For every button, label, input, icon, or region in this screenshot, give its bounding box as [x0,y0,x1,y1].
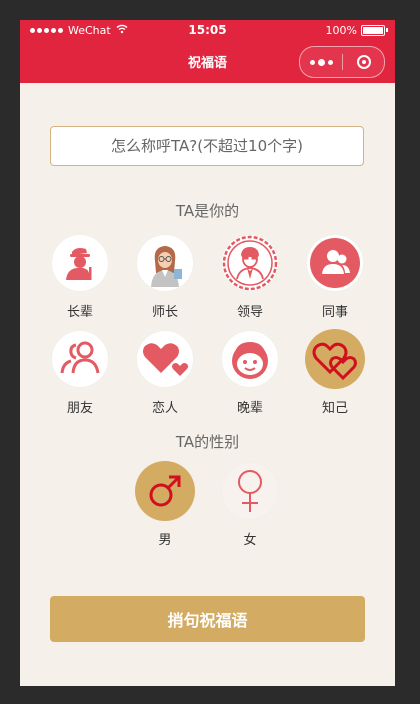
elder-icon [66,248,92,280]
relation-option-friend[interactable]: 朋友 [50,329,110,416]
relation-option-colleague[interactable]: 同事 [305,233,365,320]
gender-option-male[interactable]: 男 [135,461,195,548]
status-bar: WeChat 15:05 100% [20,20,395,40]
battery-icon [361,25,385,36]
male-icon [149,475,181,507]
relation-label: 同事 [321,305,348,320]
relation-option-elder[interactable]: 长辈 [50,233,110,320]
relation-option-lover[interactable]: 恋人 [135,329,195,416]
leader-icon [222,235,278,291]
junior-icon [232,342,268,379]
colleague-icon [310,238,360,288]
relation-option-teacher[interactable]: 师长 [135,233,195,320]
relation-label: 朋友 [66,401,93,416]
gender-label: 女 [243,533,257,548]
more-dots-icon[interactable] [300,47,342,77]
gender-option-female[interactable]: 女 [220,461,280,548]
submit-button[interactable]: 捎句祝福语 [50,596,365,642]
relation-label: 领导 [236,305,263,320]
close-circle-icon[interactable] [343,47,384,77]
name-input[interactable] [50,126,364,166]
gender-section-title: TA的性别 [175,433,240,451]
confidant-icon [312,342,357,381]
relation-label: 晚辈 [236,401,263,416]
relation-option-junior[interactable]: 晚辈 [220,329,280,416]
gender-label: 男 [158,533,172,548]
relation-option-confidant[interactable]: 知己 [305,329,365,416]
top-bar: WeChat 15:05 100% 祝福语 [20,20,395,83]
lover-icon [143,343,188,376]
female-icon [238,470,262,512]
relation-label: 长辈 [66,305,93,320]
battery-percentage: 100% [325,24,357,37]
friend-icon [60,341,100,374]
teacher-icon [151,246,182,287]
phone-screen: WeChat 15:05 100% 祝福语 TA是你的 [20,20,395,686]
relation-section-title: TA是你的 [175,202,240,220]
relation-label: 知己 [321,401,348,416]
mini-program-capsule [299,46,385,78]
relation-label: 恋人 [151,401,178,416]
relation-option-leader[interactable]: 领导 [220,233,280,320]
relation-label: 师长 [151,305,178,320]
